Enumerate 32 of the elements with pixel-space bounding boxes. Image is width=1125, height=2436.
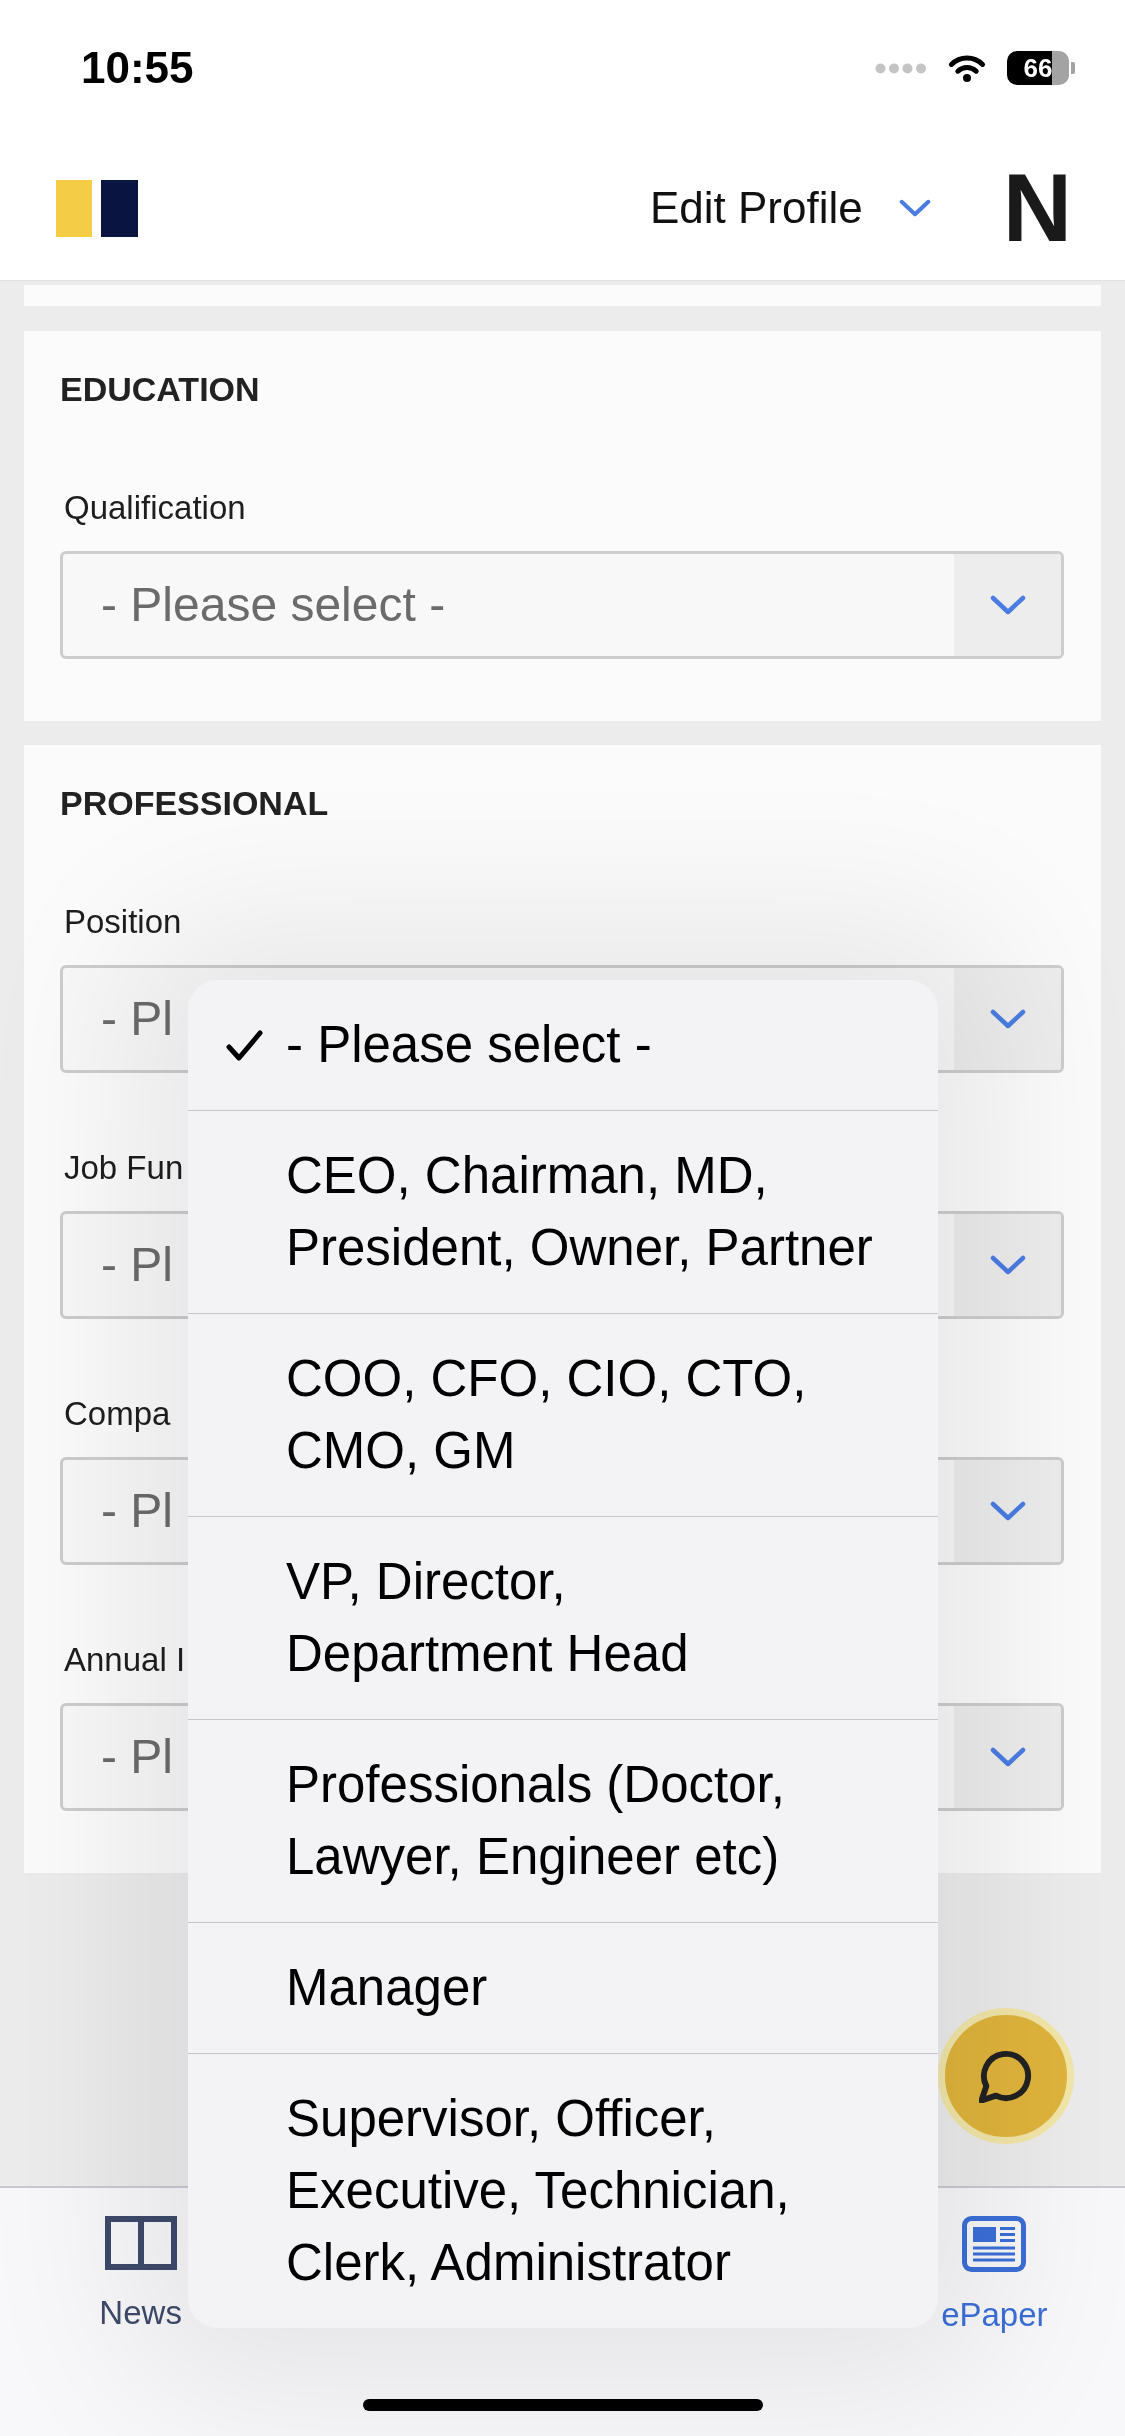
status-time: 10:55 [81,46,194,90]
chevron-down-icon [989,1747,1026,1767]
signal-icon [875,62,927,74]
select-field[interactable]: - Please select - [60,551,1064,659]
field-label: Position [64,902,182,942]
chevron-down-icon [989,1255,1026,1275]
two-panels-icon [104,2216,177,2270]
field-label: Annual I [64,1640,186,1680]
section-heading: EDUCATION [60,369,260,410]
wifi-icon [947,53,987,83]
newspaper-icon [962,2216,1027,2272]
menu-option[interactable]: Manager [188,1922,938,2053]
chevron-down-icon [898,199,931,217]
section-heading: PROFESSIONAL [60,783,329,824]
chevron-down-icon [989,1501,1026,1521]
field-label: Job Fun [64,1148,184,1188]
field-label: Qualification [64,488,246,528]
field-label: Compa [64,1394,171,1434]
profile-menu-button[interactable]: Edit Profile [649,186,931,230]
menu-option[interactable]: Supervisor, Officer, Executive, Technician, Clerk, Administrator [188,2053,938,2328]
menu-option[interactable]: CEO, Chairman, MD, President, Owner, Partner [188,1110,938,1313]
battery-percentage: 66 [1023,55,1053,81]
menu-option[interactable]: - Please select - [188,980,938,1110]
menu-option[interactable]: COO, CFO, CIO, CTO, CMO, GM [188,1313,938,1516]
menu-option[interactable]: VP, Director, Department Head [188,1516,938,1719]
brand-logo: N [1002,160,1072,256]
logo-icon [56,179,138,237]
chevron-down-icon [989,595,1026,615]
chevron-down-icon [989,1009,1026,1029]
menu-option[interactable]: Professionals (Doctor, Lawyer, Engineer etc) [188,1719,938,1922]
checkmark-icon [225,1028,264,1062]
chat-bubble-icon [979,2049,1033,2103]
